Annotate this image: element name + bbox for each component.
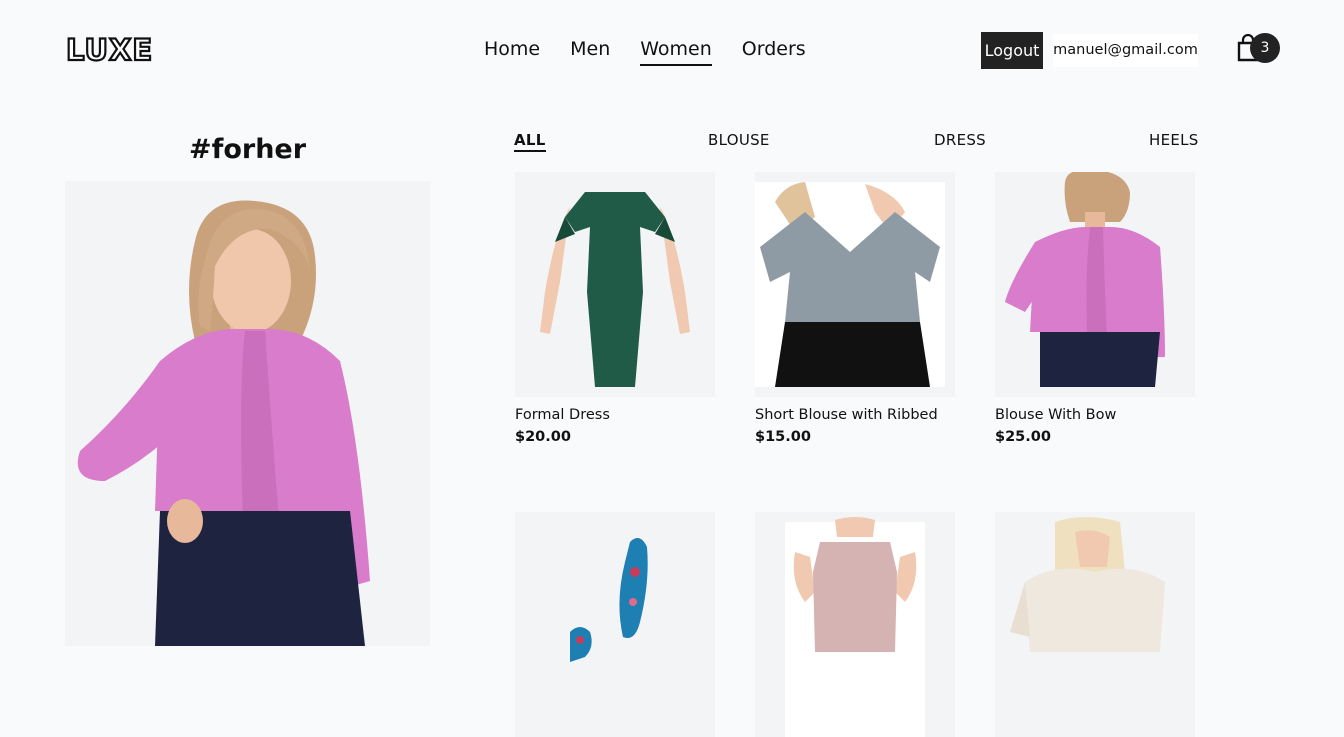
header: LUXE Home Men Women Orders Logout manuel… [0,0,1344,100]
heels-illustration [515,512,715,737]
blouse-illustration [755,172,955,397]
product-image[interactable] [755,172,955,397]
nav-home[interactable]: Home [484,36,540,66]
product-card[interactable]: Short Blouse with Ribbed $15.00 [755,172,955,445]
logo-wordmark: LUXE [65,32,153,68]
svg-text:LUXE: LUXE [66,33,153,66]
filter-dress[interactable]: DRESS [934,130,986,150]
white-blouse-illustration [995,512,1195,737]
dress-illustration [515,172,715,397]
luxe-logo[interactable]: LUXE [64,32,170,68]
filter-heels[interactable]: HEELS [1149,130,1199,150]
product-name[interactable]: Formal Dress [515,407,715,423]
product-image[interactable] [755,512,955,737]
product-price: $15.00 [755,429,811,445]
product-card[interactable]: Formal Dress $20.00 [515,172,715,445]
hero-image[interactable] [65,181,430,646]
filter-all[interactable]: ALL [514,130,546,152]
hero-model-illustration [65,181,430,646]
category-filters: ALL BLOUSE DRESS HEELS [514,130,1199,154]
user-email: manuel@gmail.com [1053,34,1198,67]
product-image[interactable] [515,172,715,397]
nav-women[interactable]: Women [640,36,712,66]
product-image[interactable] [995,172,1195,397]
blouse-with-bow-illustration [995,172,1195,397]
filter-blouse[interactable]: BLOUSE [708,130,770,150]
product-card[interactable] [755,512,955,737]
product-price: $25.00 [995,429,1051,445]
product-image[interactable] [995,512,1195,737]
product-image[interactable] [515,512,715,737]
product-card[interactable] [995,512,1195,737]
product-name[interactable]: Blouse With Bow [995,407,1195,423]
featured-tag: #forher [188,134,307,165]
nav-men[interactable]: Men [570,36,610,66]
product-name[interactable]: Short Blouse with Ribbed [755,407,955,423]
main-nav: Home Men Women Orders [484,36,806,66]
product-card[interactable] [515,512,715,737]
nav-orders[interactable]: Orders [742,36,806,66]
sequin-dress-illustration [755,512,955,737]
logout-button[interactable]: Logout [981,32,1043,69]
product-card[interactable]: Blouse With Bow $25.00 [995,172,1195,445]
product-price: $20.00 [515,429,571,445]
cart-count-badge: 3 [1250,33,1280,63]
